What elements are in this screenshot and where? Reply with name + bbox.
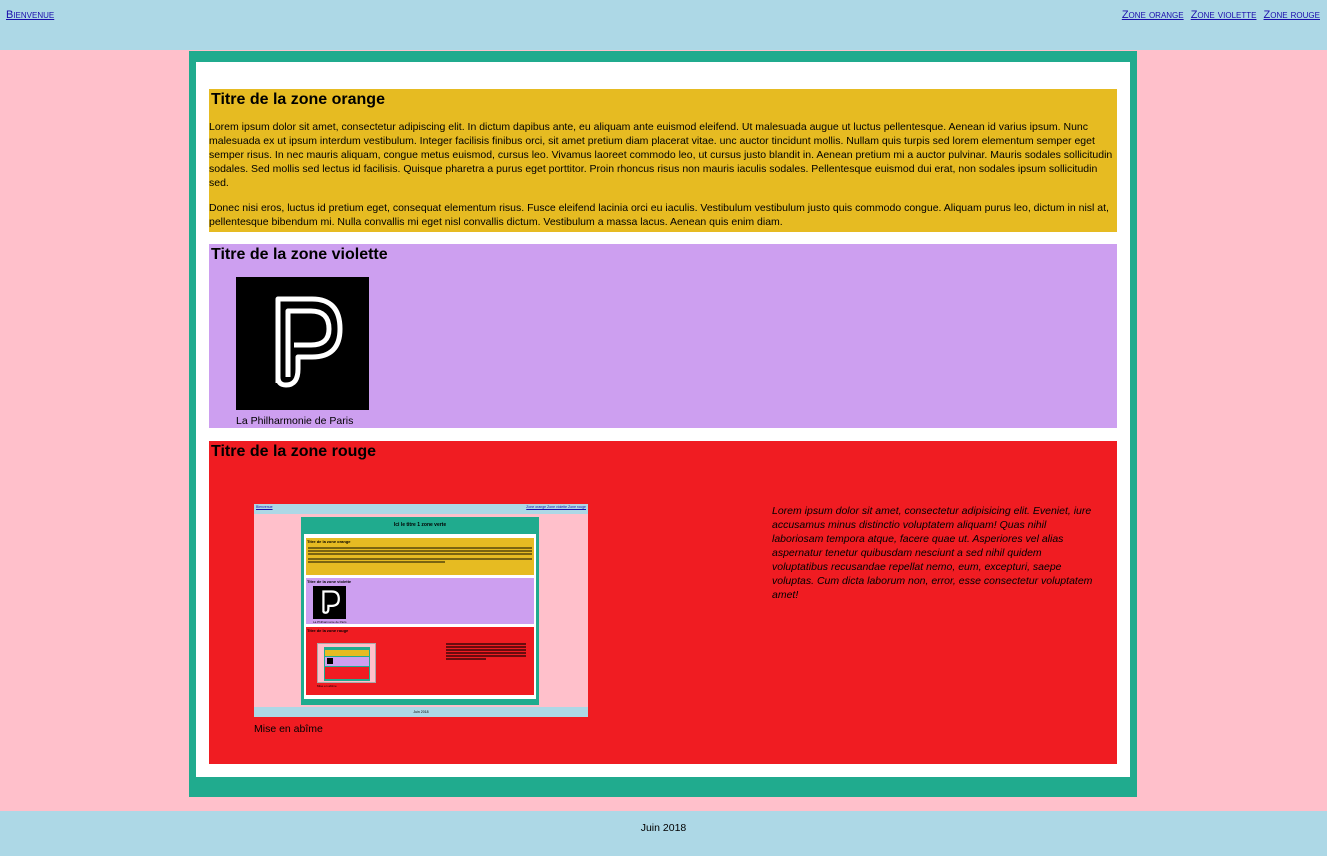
thumb-green-frame: Ici le titre 1 zone verte Titre de la zo… (301, 517, 539, 705)
philharmonie-logo-icon (275, 296, 343, 388)
nav-link-zone-orange[interactable]: Zone orange (1122, 9, 1184, 21)
thumb-orange-text-line (308, 561, 445, 563)
thumb-nested-violet (325, 657, 369, 666)
thumb-nested-orange (325, 650, 369, 656)
zone-orange-paragraph-2: Donec nisi eros, luctus id pretium eget,… (209, 202, 1109, 228)
thumb-red-caption: Mise en abîme (317, 684, 337, 688)
zone-violette-title: Titre de la zone violette (211, 246, 388, 263)
zone-orange-title: Titre de la zone orange (211, 91, 385, 108)
nav-left: Bienvenue (6, 9, 54, 21)
nav-link-zone-violette[interactable]: Zone violette (1191, 9, 1257, 21)
thumb-violet-caption: La Philharmonie de Paris (313, 620, 347, 624)
top-nav-bar: Bienvenue Zone orange Zone violette Zone… (0, 0, 1327, 50)
thumb-red-title: Titre de la zone rouge (307, 628, 349, 633)
logo-caption: La Philharmonie de Paris (236, 415, 354, 427)
philharmonie-logo-image (236, 277, 369, 410)
thumb-quote-line (446, 646, 526, 648)
thumb-zone-rouge: Titre de la zone rouge Mise en abîme (306, 627, 534, 695)
thumb-violet-title: Titre de la zone violette (307, 579, 352, 584)
thumb-nested-red (325, 667, 369, 679)
thumb-header: Bienvenue Zone orange Zone violette Zone… (254, 504, 588, 514)
thumb-title: Ici le titre 1 zone verte (393, 522, 447, 528)
thumb-orange-title: Titre de la zone orange (307, 539, 351, 544)
thumb-nested-frame (324, 647, 370, 681)
thumb-quote-line (446, 643, 526, 645)
thumb-nested-screenshot (317, 643, 376, 683)
thumb-orange-text-line (308, 550, 532, 552)
thumb-logo (313, 586, 346, 619)
content-panel: Titre de la zone orange Lorem ipsum dolo… (196, 62, 1130, 777)
thumb-nested-logo (327, 658, 333, 664)
thumb-footer: Juin 2018 (254, 707, 588, 717)
nav-link-home[interactable]: Bienvenue (6, 9, 54, 21)
thumb-quote-line (446, 649, 526, 651)
zone-rouge: Titre de la zone rouge Bienvenue Zone or… (209, 441, 1117, 764)
zone-rouge-quote: Lorem ipsum dolor sit amet, consectetur … (772, 505, 1093, 601)
page-footer: Juin 2018 (0, 811, 1327, 856)
thumb-home-link: Bienvenue (256, 505, 273, 509)
thumb-quote-line (446, 655, 526, 657)
nav-right: Zone orange Zone violette Zone rouge (1118, 9, 1320, 21)
thumb-nav-links: Zone orange Zone violette Zone rouge (526, 505, 586, 509)
zone-rouge-title: Titre de la zone rouge (211, 443, 377, 460)
thumb-zone-violette: Titre de la zone violette La Philharmoni… (306, 578, 534, 624)
zone-orange-paragraph-1: Lorem ipsum dolor sit amet, consectetur … (209, 121, 1113, 189)
thumb-orange-text-line (308, 553, 532, 555)
zone-orange: Titre de la zone orange Lorem ipsum dolo… (209, 89, 1117, 232)
mise-en-abime-screenshot: Bienvenue Zone orange Zone violette Zone… (254, 504, 588, 717)
green-frame: Titre de la zone orange Lorem ipsum dolo… (189, 51, 1137, 797)
thumb-logo-icon (322, 590, 340, 614)
thumb-quote-lines (446, 643, 526, 660)
screenshot-caption: Mise en abîme (254, 723, 323, 735)
thumb-quote-line (446, 658, 486, 660)
thumb-zone-orange: Titre de la zone orange (306, 538, 534, 575)
thumb-quote-line (446, 652, 526, 654)
thumb-orange-text-line (308, 547, 532, 549)
thumb-inner: Titre de la zone orange Titre de la zone… (304, 534, 536, 699)
thumb-orange-text-line (308, 558, 532, 560)
zone-violette: Titre de la zone violette La Philharmoni… (209, 244, 1117, 428)
nav-link-zone-rouge[interactable]: Zone rouge (1264, 9, 1320, 21)
